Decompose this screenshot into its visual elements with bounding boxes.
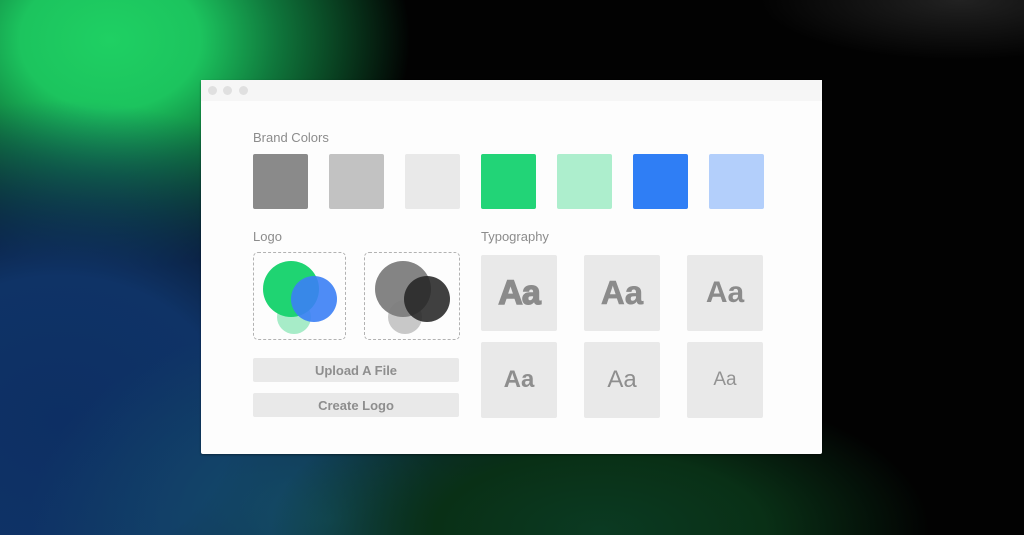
- font-sample-text: Aa: [607, 366, 637, 393]
- font-sample-semibold[interactable]: Aa: [687, 255, 763, 331]
- font-sample-heaviest[interactable]: Aa: [481, 255, 557, 331]
- brand-kit-window: Brand Colors Logo Upload A File Create L…: [201, 80, 822, 454]
- font-sample-text: Aa: [713, 369, 737, 390]
- logo-heading: Logo: [253, 229, 282, 244]
- create-logo-button[interactable]: Create Logo: [253, 393, 459, 417]
- upload-file-button[interactable]: Upload A File: [253, 358, 459, 382]
- font-sample-text: Aa: [503, 366, 535, 393]
- font-sample-text: Aa: [600, 274, 644, 312]
- brand-colors-heading: Brand Colors: [253, 130, 329, 145]
- logo-color-mark: [263, 261, 337, 334]
- font-sample-medium[interactable]: Aa: [481, 342, 557, 418]
- color-swatch-dark-gray[interactable]: [253, 154, 308, 209]
- logo-circle-overlap: [291, 276, 337, 322]
- font-sample-text: Aa: [705, 276, 745, 309]
- color-swatch-blue[interactable]: [633, 154, 688, 209]
- logo-circle-overlap: [404, 276, 450, 322]
- window-minimize-button[interactable]: [223, 86, 232, 95]
- window-close-button[interactable]: [208, 86, 217, 95]
- font-sample-bold[interactable]: Aa: [584, 255, 660, 331]
- typography-heading: Typography: [481, 229, 549, 244]
- title-bar: [201, 80, 822, 101]
- font-sample-regular[interactable]: Aa: [584, 342, 660, 418]
- color-swatch-green[interactable]: [481, 154, 536, 209]
- logo-mono-preview[interactable]: [364, 252, 460, 340]
- color-swatch-light-green[interactable]: [557, 154, 612, 209]
- color-swatch-light-gray[interactable]: [405, 154, 460, 209]
- font-sample-text: Aa: [498, 273, 542, 312]
- window-maximize-button[interactable]: [239, 86, 248, 95]
- font-sample-light[interactable]: Aa: [687, 342, 763, 418]
- logo-color-preview[interactable]: [253, 252, 346, 340]
- color-swatch-light-blue[interactable]: [709, 154, 764, 209]
- color-swatch-medium-gray[interactable]: [329, 154, 384, 209]
- logo-mono-mark: [375, 261, 450, 334]
